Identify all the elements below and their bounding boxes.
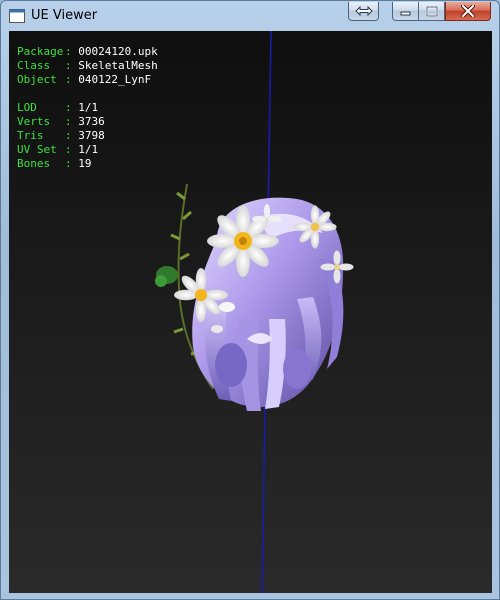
info-row-tris: Tris: 3798 [17, 129, 105, 142]
info-label: Tris [17, 129, 44, 142]
info-label: Object [17, 73, 57, 86]
info-row-object: Object: 040122_LynF [17, 73, 152, 86]
info-label: Bones [17, 157, 51, 170]
maximize-button[interactable] [419, 2, 445, 21]
info-row-uvset: UV Set: 1/1 [17, 143, 99, 156]
info-value: SkeletalMesh [78, 59, 158, 72]
title-bar[interactable]: UE Viewer [1, 1, 499, 31]
info-value: 040122_LynF [78, 73, 152, 86]
double-arrow-icon [354, 6, 373, 16]
close-icon [461, 5, 475, 17]
info-row-verts: Verts: 3736 [17, 115, 105, 128]
close-button[interactable] [445, 2, 491, 21]
info-value: 3798 [78, 129, 105, 142]
info-row-bones: Bones: 19 [17, 157, 92, 170]
info-label: Package [17, 45, 64, 58]
3d-viewport[interactable]: Package: 00024120.upk Class: SkeletalMes… [9, 31, 492, 593]
maximize-icon [425, 5, 438, 17]
info-label: UV Set [17, 143, 57, 156]
app-window: UE Viewer Package: 00024120.upk Class:… [0, 0, 500, 600]
extra-button[interactable] [348, 2, 379, 21]
info-value: 19 [78, 157, 92, 170]
hair-mesh-model [155, 183, 354, 411]
info-row-package: Package: 00024120.upk [17, 45, 158, 58]
minimize-button[interactable] [392, 2, 419, 21]
window-title: UE Viewer [31, 8, 98, 23]
info-value: 1/1 [78, 101, 99, 114]
info-label: LOD [17, 101, 37, 114]
info-row-lod: LOD: 1/1 [17, 101, 99, 114]
minimize-icon [400, 11, 410, 16]
info-value: 3736 [78, 115, 105, 128]
info-label: Class [17, 59, 51, 72]
info-label: Verts [17, 115, 51, 128]
info-row-class: Class: SkeletalMesh [17, 59, 158, 72]
info-value: 00024120.upk [78, 45, 158, 58]
info-value: 1/1 [78, 143, 99, 156]
mesh-info-panel: Package: 00024120.upk Class: SkeletalMes… [17, 45, 158, 171]
app-icon [9, 9, 25, 23]
